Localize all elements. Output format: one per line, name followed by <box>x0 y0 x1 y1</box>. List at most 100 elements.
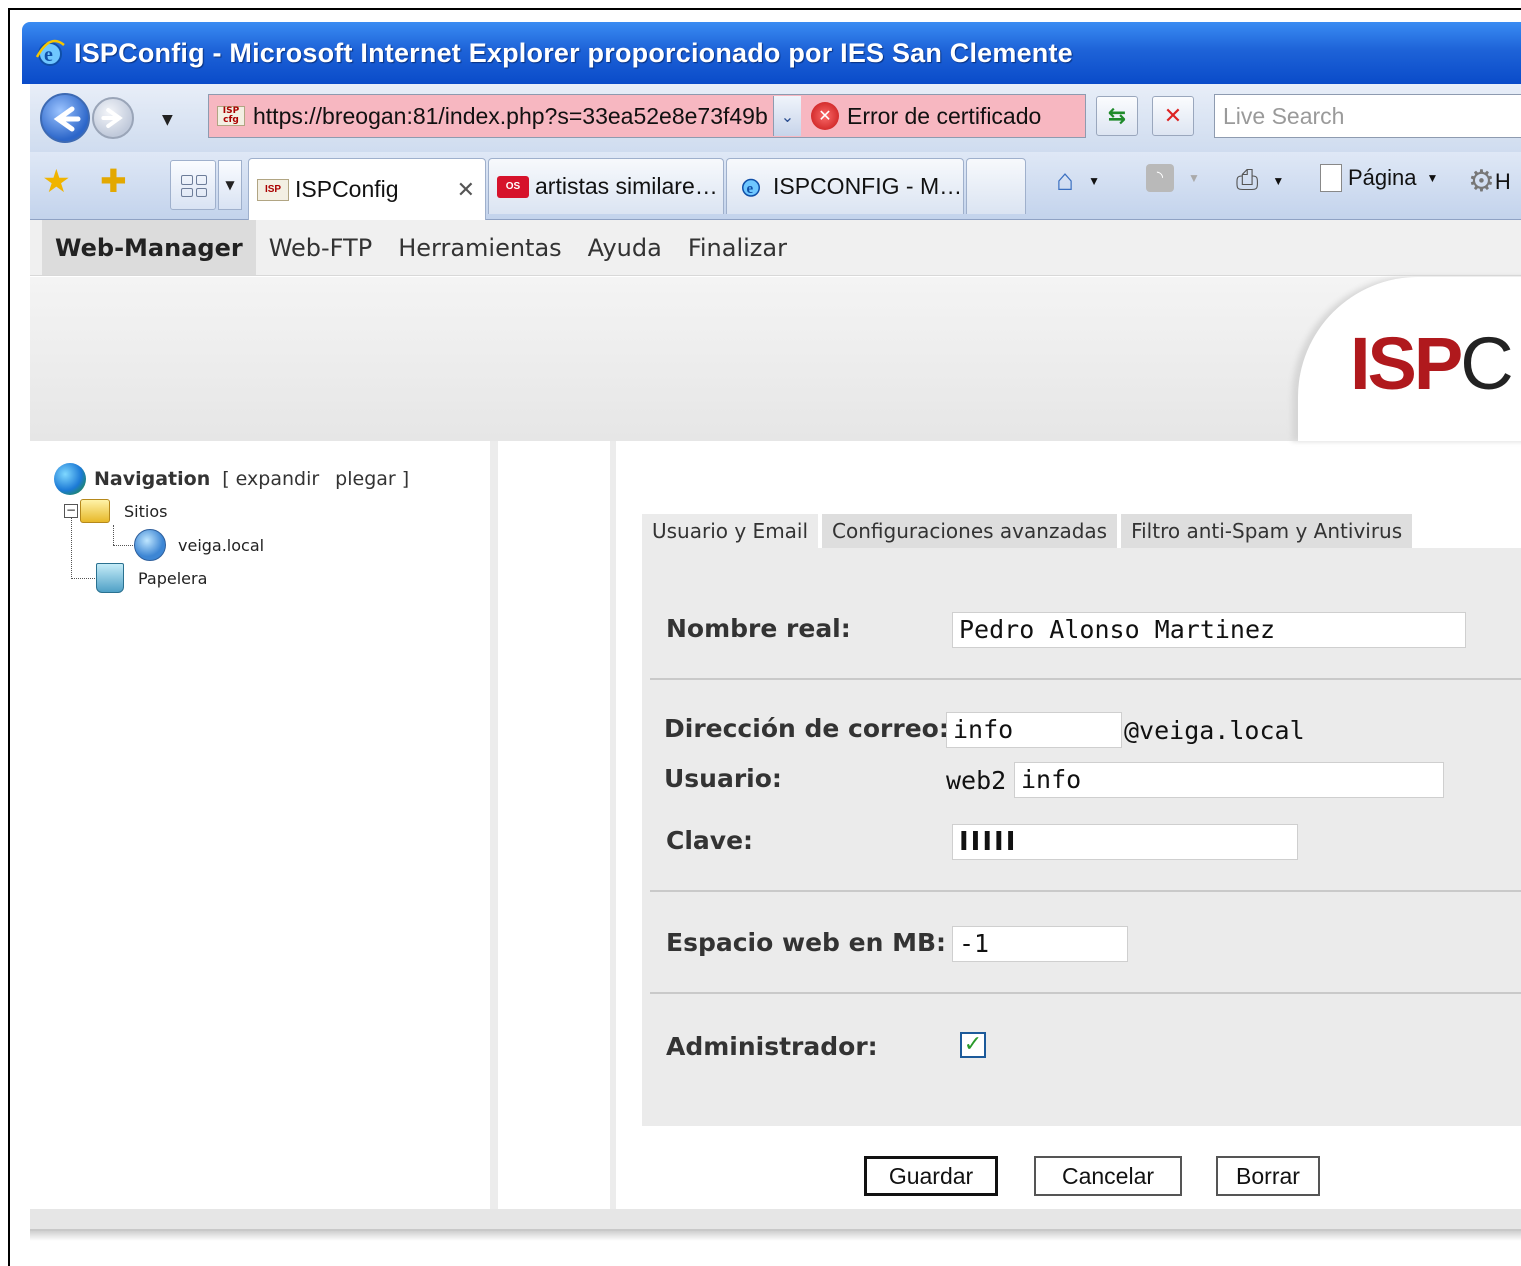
stop-button[interactable]: ✕ <box>1152 96 1194 136</box>
chevron-down-icon: ▼ <box>1272 173 1285 188</box>
close-tab-icon[interactable]: ✕ <box>457 177 475 203</box>
header-banner: ISPC <box>30 277 1521 441</box>
cert-error-icon[interactable]: ✕ <box>811 102 839 130</box>
menu-web-manager[interactable]: Web-Manager <box>42 220 256 275</box>
nombre-real-input[interactable]: Pedro Alonso Martinez <box>952 612 1466 648</box>
refresh-icon: ⇆ <box>1107 103 1127 129</box>
arrow-left-icon <box>53 106 81 132</box>
print-button[interactable]: ⎙ ▼ <box>1236 164 1284 197</box>
navigation-header: Navigation [ expandir plegar ] <box>54 463 409 495</box>
ispconfig-favicon-icon: ISP cfg <box>217 106 245 126</box>
borrar-button[interactable]: Borrar <box>1216 1156 1320 1196</box>
menu-herramientas[interactable]: Herramientas <box>385 220 574 275</box>
collapse-node-icon[interactable]: − <box>64 504 78 518</box>
menu-ayuda[interactable]: Ayuda <box>575 220 675 275</box>
live-search-input[interactable]: Live Search <box>1214 94 1521 138</box>
ie-page-icon: e <box>735 176 767 198</box>
tree-line <box>113 525 114 545</box>
address-toolbar: ▼ ISP cfg https://breogan:81/index.php?s=… <box>30 84 1521 152</box>
ie-logo-icon: e <box>35 39 65 66</box>
window-title: ISPConfig - Microsoft Internet Explorer … <box>74 37 1073 68</box>
chevron-down-icon: ▼ <box>1426 171 1439 185</box>
svg-text:e: e <box>747 181 754 197</box>
feed-icon: ◝ <box>1146 164 1174 192</box>
url-dropdown-button[interactable]: ⌄ <box>773 96 801 136</box>
clave-input[interactable]: IIIII <box>952 824 1298 860</box>
window-shadow <box>30 1231 1521 1241</box>
tab-filtro-antispam[interactable]: Filtro anti-Spam y Antivirus <box>1121 514 1413 548</box>
chevron-down-icon: ▼ <box>1188 171 1200 185</box>
administrador-checkbox[interactable]: ✓ <box>960 1032 986 1058</box>
section-divider <box>650 992 1521 994</box>
app-main-menu: Web-Manager Web-FTP Herramientas Ayuda F… <box>30 220 1521 276</box>
guardar-button[interactable]: Guardar <box>864 1156 998 1196</box>
back-button[interactable] <box>40 93 90 143</box>
quick-tabs-button[interactable] <box>170 160 216 210</box>
home-button[interactable]: ⌂ ▼ <box>1056 164 1100 198</box>
page-menu[interactable]: Página ▼ <box>1320 164 1438 192</box>
lastfm-favicon-icon: OS <box>497 175 529 198</box>
usuario-input[interactable]: info <box>1014 762 1444 798</box>
refresh-button[interactable]: ⇆ <box>1096 96 1138 136</box>
browser-tab-label: ISPConfig <box>295 176 399 202</box>
favorites-star-icon[interactable]: ★ <box>42 162 71 200</box>
forward-button[interactable] <box>92 97 134 139</box>
navigation-panel: Navigation [ expandir plegar ] − Sitios … <box>30 441 498 1209</box>
section-divider <box>650 678 1521 680</box>
espacio-web-input[interactable]: -1 <box>952 926 1128 962</box>
browser-tab-label: artistas similare… <box>535 173 718 199</box>
page-menu-label: Página <box>1348 165 1417 190</box>
tab-toolbar: ★ ✚ ▼ ISP ISPConfig ✕ OS artistas simila… <box>30 152 1521 220</box>
cert-error-label[interactable]: Error de certificado <box>847 103 1041 130</box>
add-favorites-icon[interactable]: ✚ <box>100 162 127 200</box>
tree-item-sitios[interactable]: − Sitios <box>64 499 167 523</box>
user-form: Nombre real: Pedro Alonso Martinez Direc… <box>642 548 1521 1126</box>
home-icon: ⌂ <box>1056 164 1075 197</box>
form-tabs: Usuario y Email Configuraciones avanzada… <box>642 514 1416 548</box>
correo-input[interactable]: info <box>946 712 1122 748</box>
tab-usuario-email[interactable]: Usuario y Email <box>642 514 819 548</box>
correo-label: Dirección de correo: <box>664 714 949 743</box>
window-title-bar: e ISPConfig - Microsoft Internet Explore… <box>22 22 1521 84</box>
usuario-label: Usuario: <box>664 764 782 793</box>
tree-line <box>71 578 95 579</box>
menu-finalizar[interactable]: Finalizar <box>675 220 800 275</box>
quick-tabs-icon <box>181 175 207 197</box>
browser-tab-ispconfig-manual[interactable]: e ISPCONFIG - M… <box>726 158 964 214</box>
stop-icon: ✕ <box>1163 103 1183 129</box>
tree-item-label: Papelera <box>138 568 208 588</box>
menu-web-ftp[interactable]: Web-FTP <box>256 220 386 275</box>
folder-icon <box>80 499 110 523</box>
printer-icon: ⎙ <box>1236 164 1259 195</box>
browser-tab-ispconfig[interactable]: ISP ISPConfig ✕ <box>248 158 486 220</box>
usuario-prefix: web2 <box>946 766 1007 795</box>
browser-tab-label: ISPCONFIG - M… <box>773 173 963 199</box>
administrador-label: Administrador: <box>666 1032 878 1061</box>
tree-item-veiga-local[interactable]: veiga.local <box>134 529 264 561</box>
bottom-strip <box>30 1209 1521 1231</box>
spacer-column <box>506 441 616 1209</box>
new-tab-button[interactable] <box>966 158 1026 214</box>
tools-menu[interactable]: ⚙ H <box>1468 164 1511 199</box>
history-dropdown-icon[interactable]: ▼ <box>162 112 173 128</box>
clave-label: Clave: <box>666 826 754 855</box>
checkmark-icon: ✓ <box>963 1032 983 1057</box>
collapse-link[interactable]: plegar ] <box>335 468 409 490</box>
nombre-real-label: Nombre real: <box>666 614 851 643</box>
tab-configuraciones-avanzadas[interactable]: Configuraciones avanzadas <box>822 514 1118 548</box>
tree-item-papelera[interactable]: Papelera <box>96 563 207 593</box>
ispconfig-favicon-icon: ISP <box>257 178 289 201</box>
tab-list-dropdown[interactable]: ▼ <box>218 160 242 210</box>
page-icon <box>1320 164 1342 192</box>
feeds-button[interactable]: ◝ ▼ <box>1146 164 1200 192</box>
browser-tab-artistas[interactable]: OS artistas similare… <box>488 158 724 214</box>
recycle-bin-icon <box>96 563 124 593</box>
expand-link[interactable]: [ expandir <box>222 468 319 490</box>
address-bar[interactable]: ISP cfg https://breogan:81/index.php?s=33… <box>208 94 1086 138</box>
espacio-web-label: Espacio web en MB: <box>666 928 947 957</box>
correo-domain: @veiga.local <box>1124 716 1305 745</box>
url-text[interactable]: https://breogan:81/index.php?s=33ea52e8e… <box>253 103 773 130</box>
chevron-down-icon: ▼ <box>1088 174 1101 188</box>
cancelar-button[interactable]: Cancelar <box>1034 1156 1182 1196</box>
section-divider <box>650 890 1521 892</box>
